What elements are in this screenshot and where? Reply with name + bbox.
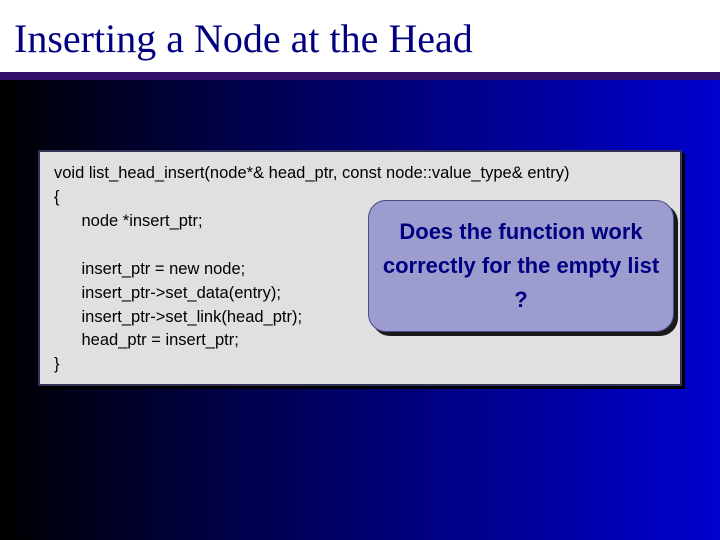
code-line: head_ptr = insert_ptr;	[54, 331, 239, 349]
callout-text: Does the function work correctly for the…	[381, 215, 661, 317]
code-line: {	[54, 188, 60, 206]
slide: Inserting a Node at the Head void list_h…	[0, 0, 720, 540]
title-bar: Inserting a Node at the Head	[0, 0, 720, 72]
question-callout: Does the function work correctly for the…	[368, 200, 674, 332]
code-line: void list_head_insert(node*& head_ptr, c…	[54, 164, 570, 182]
code-line: insert_ptr->set_link(head_ptr);	[54, 308, 302, 326]
title-underline	[0, 72, 720, 84]
code-line: insert_ptr = new node;	[54, 260, 245, 278]
code-line: }	[54, 355, 60, 373]
slide-title: Inserting a Node at the Head	[14, 18, 702, 60]
code-line: insert_ptr->set_data(entry);	[54, 284, 281, 302]
code-line: node *insert_ptr;	[54, 212, 203, 230]
